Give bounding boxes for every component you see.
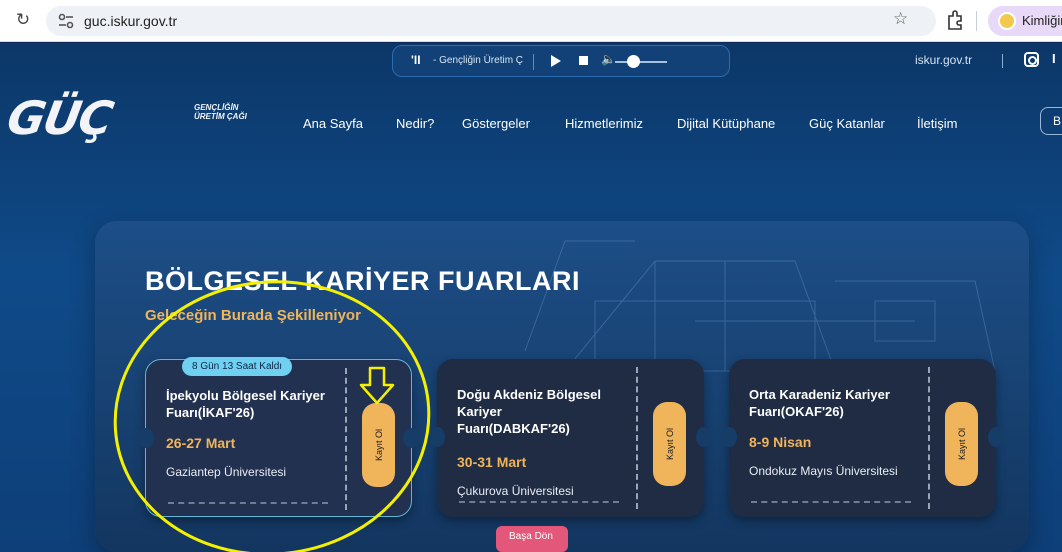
back-to-top-label: Başa Dön [509,531,553,542]
logo-wordmark: GÜÇ [3,91,116,145]
nav-item-guc-katanlar[interactable]: Güç Katanlar [809,116,885,131]
countdown-badge: 8 Gün 13 Saat Kaldı [182,357,293,376]
logo-tagline: GENÇLİĞİN ÜRETİM ÇAĞI [194,103,247,121]
section-title: BÖLGESEL KARİYER FUARLARI [145,266,581,296]
ticket-notch [696,427,712,447]
section-subtitle: Geleceğin Burada Şekilleniyor [145,307,361,324]
ticket-notch [429,427,445,447]
audio-player: 'II - Gençliğin Üretim Ç 🔈 [392,45,730,77]
fair-name: İpekyolu Bölgesel Kariyer Fuarı(İKAF'26) [166,388,325,420]
nav-action-button-label: B [1053,114,1062,128]
ticket-dashes [168,502,328,504]
register-button-label: Kayıt Ol [956,427,967,461]
ticket-notch [138,428,154,448]
player-divider [533,54,534,70]
pause-indicator-icon: 'II [411,53,421,67]
fair-date: 30-31 Mart [457,454,527,470]
profile-label: Kimliğin [1022,13,1062,28]
ticket-notch [403,428,419,448]
register-button-label: Kayıt Ol [373,428,384,462]
nav-action-button[interactable]: B [1040,107,1062,135]
ticket-divider [345,368,347,510]
browser-toolbar: ↻ guc.iskur.gov.tr ☆ Kimliğin [0,0,1062,42]
register-button[interactable]: Kayıt Ol [945,402,978,486]
fair-university: Ondokuz Mayıs Üniversitesi [749,464,898,478]
play-icon[interactable] [551,55,561,67]
extensions-icon[interactable] [946,10,964,30]
nav-item-digital-library[interactable]: Dijital Kütüphane [677,116,775,131]
topbar-divider [1002,54,1003,68]
ticket-divider [928,367,930,509]
logo-tagline-line1: GENÇLİĞİN [194,103,239,112]
nav-item-contact[interactable]: İletişim [917,116,957,131]
fair-card[interactable]: 8 Gün 13 Saat Kaldı İpekyolu Bölgesel Ka… [138,357,419,517]
site-logo[interactable]: GÜÇ GENÇLİĞİN ÜRETİM ÇAĞI [3,91,247,145]
address-bar[interactable]: guc.iskur.gov.tr [46,6,936,36]
ticket-dashes [459,501,619,503]
profile-button[interactable]: Kimliğin [988,6,1062,36]
reload-icon[interactable]: ↻ [14,11,32,29]
nav-item-about[interactable]: Nedir? [396,116,434,131]
ticket-dashes [751,501,911,503]
fair-card[interactable]: Orta Karadeniz Kariyer Fuarı(OKAF'26) 8-… [721,359,1004,517]
avatar [998,12,1016,30]
fair-university: Gaziantep Üniversitesi [166,465,287,479]
register-button[interactable]: Kayıt Ol [362,403,395,487]
fair-university: Çukurova Üniversitesi [457,484,574,498]
toolbar-divider [976,11,977,31]
instagram-icon[interactable] [1024,52,1039,67]
fair-name: Doğu Akdeniz Bölgesel Kariyer Fuarı(DABK… [457,387,601,436]
logo-tagline-line2: ÜRETİM ÇAĞI [194,112,247,121]
fair-name: Orta Karadeniz Kariyer Fuarı(OKAF'26) [749,387,890,419]
nav-item-home[interactable]: Ana Sayfa [303,116,363,131]
bookmark-star-icon[interactable]: ☆ [893,9,908,29]
career-fairs-section: BÖLGESEL KARİYER FUARLARI Geleceğin Bura… [95,221,1029,552]
nav-item-services[interactable]: Hizmetlerimiz [565,116,643,131]
iskur-link[interactable]: iskur.gov.tr [915,53,972,67]
nav-item-indicators[interactable]: Göstergeler [462,116,530,131]
volume-slider-knob[interactable] [627,55,640,68]
url-text[interactable]: guc.iskur.gov.tr [84,13,177,29]
register-button[interactable]: Kayıt Ol [653,402,686,486]
ticket-notch [988,427,1004,447]
register-button-label: Kayıt Ol [664,427,675,461]
ticket-divider [636,367,638,509]
site-settings-icon[interactable] [56,12,76,30]
page-content: 'II - Gençliğin Üretim Ç 🔈 iskur.gov.tr … [0,43,1062,552]
volume-icon[interactable]: 🔈 [601,52,616,66]
fair-card[interactable]: Doğu Akdeniz Bölgesel Kariyer Fuarı(DABK… [429,359,712,517]
fair-date: 26-27 Mart [166,435,236,451]
ticket-notch [721,427,737,447]
track-title: - Gençliğin Üretim Ç [433,55,524,66]
fair-date: 8-9 Nisan [749,434,812,450]
stop-icon[interactable] [579,56,588,65]
social-icon-partial[interactable]: I [1052,51,1056,66]
back-to-top-button[interactable]: Başa Dön [496,526,568,552]
volume-slider-track[interactable] [615,61,667,63]
